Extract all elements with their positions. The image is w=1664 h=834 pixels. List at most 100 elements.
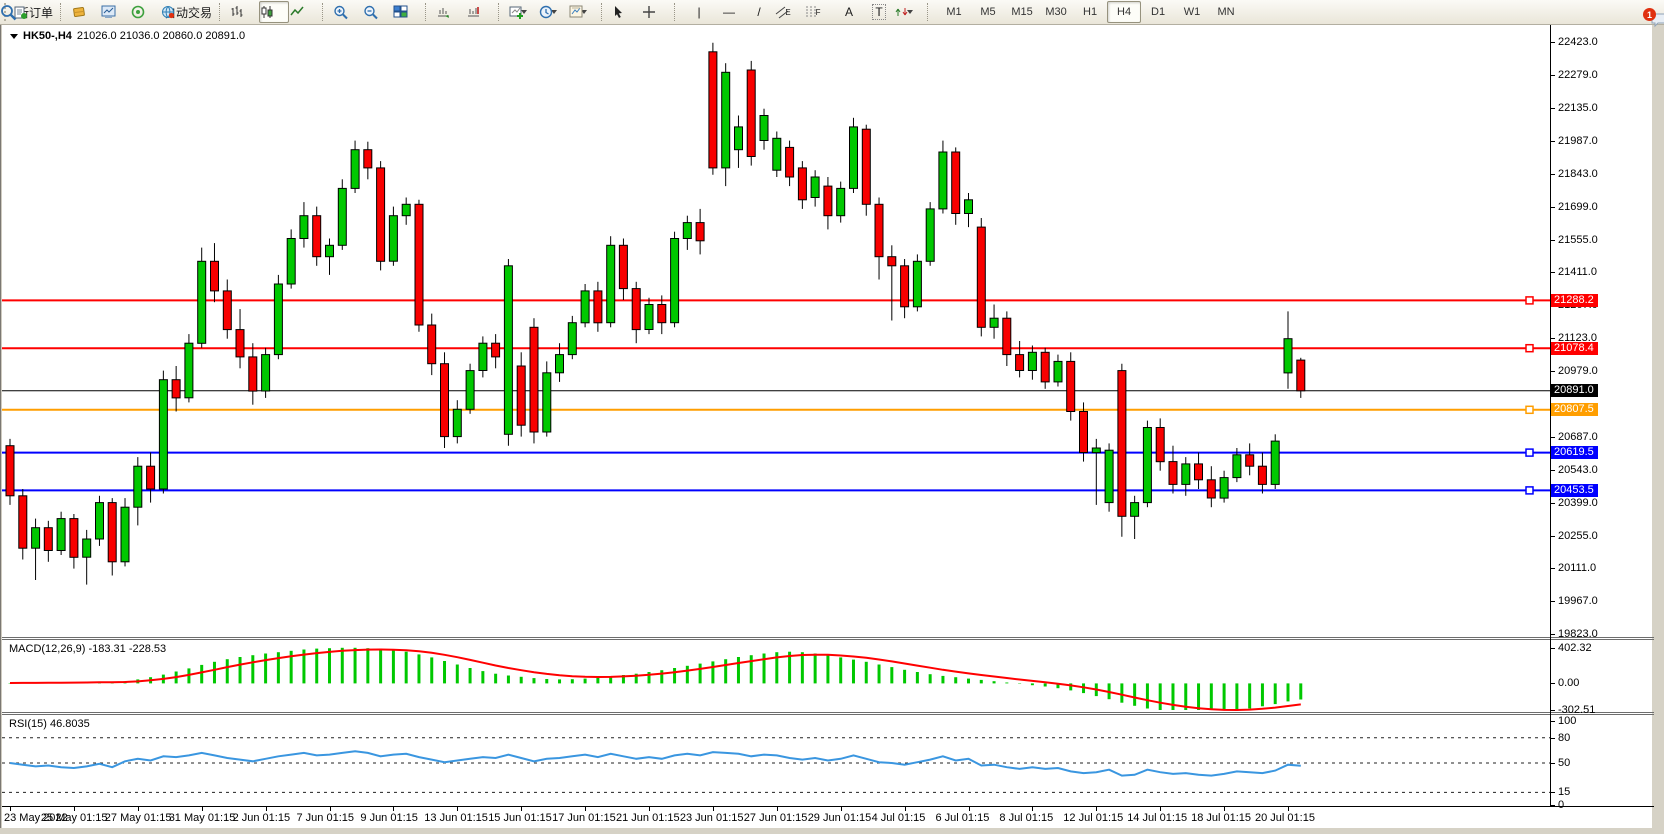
macd-canvas[interactable]: [2, 640, 1550, 711]
time-axis[interactable]: 23 May 202225 May 01:1527 May 01:1531 Ma…: [2, 807, 1550, 828]
rsi-canvas[interactable]: [2, 715, 1550, 805]
axis-tick-mark: [1550, 763, 1555, 764]
axis-tick-mark: [1550, 240, 1555, 241]
add-indicator-icon: [509, 5, 525, 19]
label-tool-button[interactable]: T: [864, 1, 894, 23]
time-axis-label: 18 Jul 01:15: [1191, 812, 1251, 824]
chart-shift-icon: [466, 5, 482, 19]
cursor-tool-button[interactable]: [611, 1, 641, 23]
axis-tick-mark: [1550, 42, 1555, 43]
main-toolbar: 新订单 自动交易: [0, 0, 1664, 25]
price-axis-label: 22135.0: [1558, 102, 1598, 114]
timeframe-MN[interactable]: MN: [1209, 1, 1243, 23]
timeframe-W1[interactable]: W1: [1175, 1, 1209, 23]
macd-indicator-label: MACD(12,26,9) -183.31 -228.53: [9, 643, 166, 655]
text-tool-button[interactable]: A: [834, 1, 864, 23]
fibonacci-tool-button[interactable]: F: [804, 1, 834, 23]
timeframe-M15[interactable]: M15: [1005, 1, 1039, 23]
new-order-button[interactable]: 新订单: [13, 1, 57, 23]
auto-trading-button[interactable]: 自动交易: [160, 1, 216, 23]
auto-scroll-button[interactable]: [435, 1, 465, 23]
add-indicator-button[interactable]: [508, 1, 538, 23]
candle-chart-icon: [260, 5, 275, 19]
timeframe-H1[interactable]: H1: [1073, 1, 1107, 23]
time-axis-tick: [777, 807, 778, 811]
crosshair-tool-button[interactable]: [641, 1, 671, 23]
rsi-indicator-label: RSI(15) 46.8035: [9, 718, 90, 730]
rsi-axis-label: 15: [1558, 786, 1570, 798]
time-axis-tick: [74, 807, 75, 811]
channel-tool-button[interactable]: E: [774, 1, 804, 23]
tile-windows-icon: [393, 5, 408, 19]
axis-tick-mark: [1550, 536, 1555, 537]
timeframe-M1[interactable]: M1: [937, 1, 971, 23]
axis-tick-mark: [1550, 108, 1555, 109]
timeframe-D1[interactable]: D1: [1141, 1, 1175, 23]
pane-separator[interactable]: [2, 712, 1654, 713]
toolbar-separator: [322, 3, 329, 21]
zoom-in-button[interactable]: [332, 1, 362, 23]
time-axis-label: 4 Jul 01:15: [872, 812, 926, 824]
axis-tick-mark: [1550, 338, 1555, 339]
template-menu-button[interactable]: [568, 1, 598, 23]
time-axis-label: 9 Jun 01:15: [360, 812, 418, 824]
trendline-tool-button[interactable]: /: [744, 1, 774, 23]
arrows-tool-button[interactable]: [894, 1, 924, 23]
time-axis-tick: [1160, 807, 1161, 811]
zoom-in-icon: [333, 5, 349, 20]
current-price-tag: 20891.0: [1551, 384, 1598, 397]
rsi-axis-label: 80: [1558, 732, 1570, 744]
price-axis-label: 21843.0: [1558, 168, 1598, 180]
timeframe-M5[interactable]: M5: [971, 1, 1005, 23]
template-icon: [569, 5, 585, 19]
time-axis-label: 13 Jun 01:15: [424, 812, 488, 824]
axis-tick-mark: [1550, 437, 1555, 438]
timeframe-H4[interactable]: H4: [1107, 1, 1141, 23]
bar-chart-mode-button[interactable]: [229, 1, 259, 23]
candle-chart-mode-button[interactable]: [259, 1, 289, 23]
vertical-line-icon: |: [697, 5, 700, 19]
auto-trading-globe-icon: [161, 5, 176, 19]
chart-window: HK50-,H4 21026.0 21036.0 20860.0 20891.0…: [0, 25, 1652, 828]
line-chart-mode-button[interactable]: [289, 1, 319, 23]
axis-tick-mark: [1550, 470, 1555, 471]
pane-separator[interactable]: [2, 637, 1654, 638]
history-center-button[interactable]: [70, 1, 100, 23]
time-axis-tick: [10, 807, 11, 811]
level-price-tag: 20453.5: [1551, 484, 1598, 497]
price-axis-label: 21411.0: [1558, 266, 1597, 278]
market-watch-button[interactable]: [100, 1, 130, 23]
time-axis-tick: [393, 807, 394, 811]
price-axis-label: 20979.0: [1558, 365, 1598, 377]
timeframe-menu-button[interactable]: [538, 1, 568, 23]
price-axis-label: 21699.0: [1558, 201, 1598, 213]
time-axis-label: 27 Jun 01:15: [744, 812, 808, 824]
time-axis-label: 6 Jul 01:15: [936, 812, 990, 824]
chart-shift-button[interactable]: [465, 1, 495, 23]
signals-button[interactable]: [130, 1, 160, 23]
price-axis-label: 19967.0: [1558, 595, 1598, 607]
time-axis-tick: [585, 807, 586, 811]
market-watch-icon: [101, 5, 117, 19]
time-axis-label: 25 May 01:15: [41, 812, 108, 824]
level-price-tag: 21078.4: [1551, 342, 1598, 355]
rsi-axis-label: 0: [1558, 799, 1564, 811]
time-axis-label: 23 Jun 01:15: [680, 812, 744, 824]
time-axis-tick: [905, 807, 906, 811]
toolbar-separator: [425, 3, 432, 21]
axis-tick-mark: [1550, 683, 1555, 684]
tile-windows-button[interactable]: [392, 1, 422, 23]
vertical-line-tool-button[interactable]: |: [684, 1, 714, 23]
toolbar-separator: [219, 3, 226, 21]
axis-tick-mark: [1550, 568, 1555, 569]
price-axis-label: 22423.0: [1558, 36, 1598, 48]
horizontal-line-tool-button[interactable]: —: [714, 1, 744, 23]
timeframe-M30[interactable]: M30: [1039, 1, 1073, 23]
time-axis-tick: [266, 807, 267, 811]
toolbar-separator: [498, 3, 505, 21]
search-icon[interactable]: [0, 4, 17, 21]
horizontal-line-icon: —: [723, 5, 735, 19]
zoom-out-button[interactable]: [362, 1, 392, 23]
axis-tick-mark: [1550, 648, 1555, 649]
price-chart-canvas[interactable]: [2, 26, 1550, 637]
